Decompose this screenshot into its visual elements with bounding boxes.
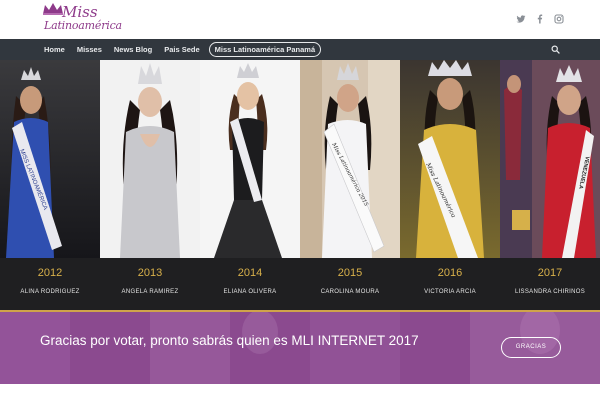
gracias-button[interactable]: GRACIAS bbox=[501, 337, 561, 358]
top-header: Miss Latinoamérica bbox=[0, 0, 600, 39]
winner-photo-2017[interactable]: VENEZUELA bbox=[500, 60, 600, 258]
crown-icon bbox=[43, 3, 63, 15]
winner-name: ANGELA RAMIREZ bbox=[121, 289, 179, 295]
winner-caption-2014[interactable]: 2014 ELIANA OLIVERA bbox=[200, 258, 300, 310]
winner-caption-2015[interactable]: 2015 CAROLINA MOURA bbox=[300, 258, 400, 310]
vote-thanks-message: Gracias por votar, pronto sabrás quien e… bbox=[40, 333, 419, 348]
winner-year: 2016 bbox=[437, 267, 463, 279]
winners-captions: 2012 ALINA RODRIGUEZ 2013 ANGELA RAMIREZ… bbox=[0, 258, 600, 310]
winner-caption-2013[interactable]: 2013 ANGELA RAMIREZ bbox=[100, 258, 200, 310]
winner-name: ELIANA OLIVERA bbox=[223, 289, 277, 295]
winner-photo-2014[interactable] bbox=[200, 60, 300, 258]
logo-text-latinoamerica: Latinoamérica bbox=[44, 19, 122, 32]
site-logo[interactable]: Miss Latinoamérica bbox=[40, 2, 122, 36]
winner-name: ALINA RODRIGUEZ bbox=[20, 289, 80, 295]
winner-name: LISSANDRA CHIRINOS bbox=[514, 289, 586, 295]
page-footer-strip bbox=[0, 384, 600, 400]
main-nav: Home Misses News Blog Pais Sede Miss Lat… bbox=[0, 39, 600, 60]
winner-caption-2017[interactable]: 2017 LISSANDRA CHIRINOS bbox=[500, 258, 600, 310]
social-links bbox=[516, 14, 564, 24]
winner-year: 2014 bbox=[237, 267, 263, 279]
winner-name: VICTORIA ARCIA bbox=[424, 289, 476, 295]
twitter-icon[interactable] bbox=[516, 14, 526, 24]
nav-news-blog[interactable]: News Blog bbox=[108, 39, 158, 60]
nav-misses[interactable]: Misses bbox=[71, 39, 108, 60]
nav-home[interactable]: Home bbox=[38, 39, 71, 60]
instagram-icon[interactable] bbox=[554, 14, 564, 24]
winner-year: 2017 bbox=[537, 267, 563, 279]
nav-miss-latinoamerica-panama[interactable]: Miss Latinoamérica Panamá bbox=[208, 42, 322, 57]
winner-caption-2012[interactable]: 2012 ALINA RODRIGUEZ bbox=[0, 258, 100, 310]
winner-caption-2016[interactable]: 2016 VICTORIA ARCIA bbox=[400, 258, 500, 310]
winner-photo-2013[interactable] bbox=[100, 60, 200, 258]
nav-pais-sede[interactable]: Pais Sede bbox=[158, 39, 205, 60]
logo-text-miss: Miss bbox=[62, 3, 98, 21]
winner-photo-2015[interactable]: Miss Latinoamérica 2015 bbox=[300, 60, 400, 258]
winner-name: CAROLINA MOURA bbox=[320, 289, 380, 295]
winner-year: 2015 bbox=[337, 267, 363, 279]
winner-photo-2016[interactable]: Miss Latinoamérica bbox=[400, 60, 500, 258]
facebook-icon[interactable] bbox=[535, 14, 545, 24]
vote-thanks-banner: Gracias por votar, pronto sabrás quien e… bbox=[0, 312, 600, 384]
winner-year: 2012 bbox=[37, 267, 63, 279]
winners-gallery: MISS LATINOAMÉRICA Miss Latinoamérica 20… bbox=[0, 60, 600, 258]
winner-year: 2013 bbox=[137, 267, 163, 279]
winner-photo-2012[interactable]: MISS LATINOAMÉRICA bbox=[0, 60, 100, 258]
search-icon[interactable] bbox=[551, 45, 560, 54]
